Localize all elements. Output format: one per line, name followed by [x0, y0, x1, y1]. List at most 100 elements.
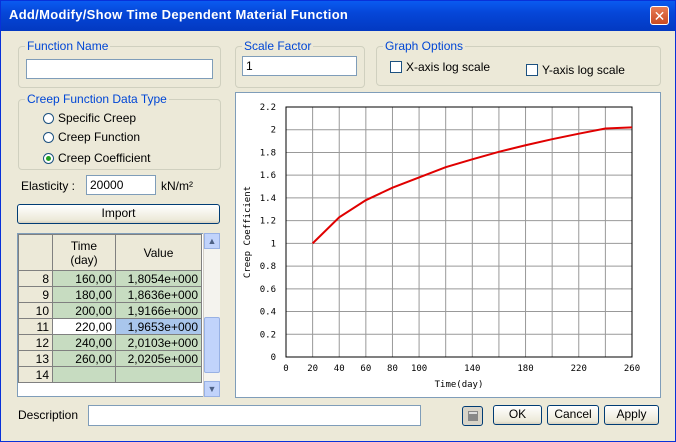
y-tick-label: 2 — [271, 126, 276, 136]
scroll-up-button[interactable]: ▲ — [204, 233, 220, 249]
import-button[interactable]: Import — [17, 204, 220, 224]
y-log-label: Y-axis log scale — [542, 63, 625, 77]
cell-value[interactable]: 1,9653e+000 — [115, 318, 202, 335]
y-tick-label: 1.6 — [260, 171, 276, 181]
y-tick-label: 0.6 — [260, 285, 276, 295]
creep-chart: 0 20 40 60 80 100 140 180 220 260 0 0.2 0.4 0.6 0.8 1 1.… — [243, 103, 640, 390]
radio-creep-function[interactable]: Creep Function — [43, 130, 140, 144]
table-row[interactable]: 12 240,00 2,0103e+000 — [18, 334, 202, 351]
y-tick-label: 0.2 — [260, 330, 276, 340]
x-tick-label: 260 — [624, 364, 640, 374]
cell-value[interactable]: 1,8636e+000 — [115, 286, 202, 303]
chart-frame: 0 20 40 60 80 100 140 180 220 260 0 0.2 0.4 0.6 0.8 1 1.… — [235, 92, 661, 398]
scroll-down-button[interactable]: ▼ — [204, 381, 220, 397]
cell-value[interactable]: 2,0103e+000 — [115, 334, 202, 351]
row-number: 10 — [18, 302, 53, 319]
apply-button[interactable]: Apply — [604, 405, 659, 425]
row-number: 14 — [18, 366, 53, 383]
ok-button[interactable]: OK — [493, 405, 542, 425]
x-tick-label: 180 — [517, 364, 533, 374]
table-row[interactable]: 14 — [18, 366, 202, 383]
elasticity-unit: kN/m² — [161, 179, 193, 193]
x-tick-label: 20 — [307, 364, 318, 374]
cell-value[interactable]: 2,0205e+000 — [115, 350, 202, 367]
y-tick-label: 1.8 — [260, 148, 276, 158]
radio-dot-selected[interactable] — [43, 152, 54, 164]
data-table: Time (day) Value 8 160,00 1,8054e+000 9 180,… — [17, 233, 220, 397]
table-row[interactable]: 10 200,00 1,9166e+000 — [18, 302, 202, 319]
plot-border — [285, 106, 633, 358]
radio-label: Specific Creep — [58, 111, 137, 125]
row-number: 11 — [18, 318, 53, 335]
cell-value[interactable]: 1,8054e+000 — [115, 270, 202, 287]
x-log-checkbox[interactable]: X-axis log scale — [390, 60, 490, 74]
scale-factor-input[interactable] — [242, 56, 357, 76]
x-tick-label: 140 — [464, 364, 480, 374]
x-tick-label: 80 — [387, 364, 398, 374]
radio-label: Creep Function — [58, 130, 141, 144]
y-log-checkbox-box[interactable] — [526, 64, 538, 76]
creep-type-label: Creep Function Data Type — [25, 92, 169, 106]
cell-value[interactable]: 1,9166e+000 — [115, 302, 202, 319]
y-tick-label: 1.4 — [260, 194, 276, 204]
x-tick-label: 40 — [334, 364, 345, 374]
description-label: Description — [18, 408, 79, 422]
window-title: Add/Modify/Show Time Dependent Material … — [9, 7, 349, 22]
function-name-input[interactable] — [26, 59, 213, 79]
scale-factor-label: Scale Factor — [242, 39, 314, 53]
x-tick-label: 100 — [411, 364, 427, 374]
cell-time[interactable]: 240,00 — [52, 334, 116, 351]
x-tick-label: 0 — [283, 364, 288, 374]
radio-creep-coefficient[interactable]: Creep Coefficient — [43, 151, 151, 165]
x-tick-label: 60 — [360, 364, 371, 374]
elasticity-input[interactable] — [86, 175, 156, 195]
dialog-window: Add/Modify/Show Time Dependent Material … — [0, 0, 676, 442]
table-scrollbar[interactable]: ▲ ▼ — [203, 233, 220, 397]
x-log-label: X-axis log scale — [406, 60, 491, 74]
row-number: 9 — [18, 286, 53, 303]
x-axis-label: Time(day) — [435, 380, 484, 390]
cell-value[interactable] — [115, 366, 202, 383]
y-axis-label: Creep Coefficient — [243, 186, 253, 278]
x-log-checkbox-box[interactable] — [390, 61, 402, 73]
cell-time[interactable]: 260,00 — [52, 350, 116, 367]
radio-dot[interactable] — [43, 112, 54, 124]
y-tick-label: 0 — [271, 353, 276, 363]
scroll-thumb[interactable] — [204, 317, 220, 373]
y-tick-label: 2.2 — [260, 103, 276, 113]
data-table-grid: Time (day) Value 8 160,00 1,8054e+000 9 180,… — [18, 234, 202, 383]
graph-options-label: Graph Options — [383, 39, 466, 53]
y-tick-label: 0.8 — [260, 262, 276, 272]
radio-specific-creep[interactable]: Specific Creep — [43, 111, 136, 125]
elasticity-label: Elasticity : — [21, 179, 76, 193]
table-row[interactable]: 13 260,00 2,0205e+000 — [18, 350, 202, 367]
header-value: Value — [115, 234, 202, 271]
y-tick-label: 0.4 — [260, 308, 276, 318]
header-time: Time (day) — [52, 234, 116, 271]
cell-time[interactable]: 220,00 — [52, 318, 116, 335]
close-button[interactable]: ✕ — [650, 6, 669, 25]
cell-time[interactable]: 180,00 — [52, 286, 116, 303]
table-row[interactable]: 8 160,00 1,8054e+000 — [18, 270, 202, 287]
radio-dot[interactable] — [43, 131, 54, 143]
cell-time[interactable]: 160,00 — [52, 270, 116, 287]
y-tick-label: 1 — [271, 239, 276, 249]
cell-time[interactable]: 200,00 — [52, 302, 116, 319]
table-row[interactable]: 9 180,00 1,8636e+000 — [18, 286, 202, 303]
y-tick-label: 1.2 — [260, 217, 276, 227]
cell-time[interactable] — [52, 366, 116, 383]
radio-label: Creep Coefficient — [58, 151, 151, 165]
cancel-button[interactable]: Cancel — [547, 405, 599, 425]
row-number: 13 — [18, 350, 53, 367]
calculator-icon[interactable] — [462, 406, 483, 426]
corner-cell — [18, 234, 53, 271]
row-number: 8 — [18, 270, 53, 287]
y-log-checkbox[interactable]: Y-axis log scale — [526, 63, 625, 77]
calculator-glyph — [467, 411, 478, 421]
table-row[interactable]: 11 220,00 1,9653e+000 — [18, 318, 202, 335]
description-input[interactable] — [88, 405, 421, 426]
title-bar: Add/Modify/Show Time Dependent Material … — [1, 1, 675, 31]
x-tick-label: 220 — [571, 364, 587, 374]
row-number: 12 — [18, 334, 53, 351]
function-name-label: Function Name — [25, 39, 111, 53]
